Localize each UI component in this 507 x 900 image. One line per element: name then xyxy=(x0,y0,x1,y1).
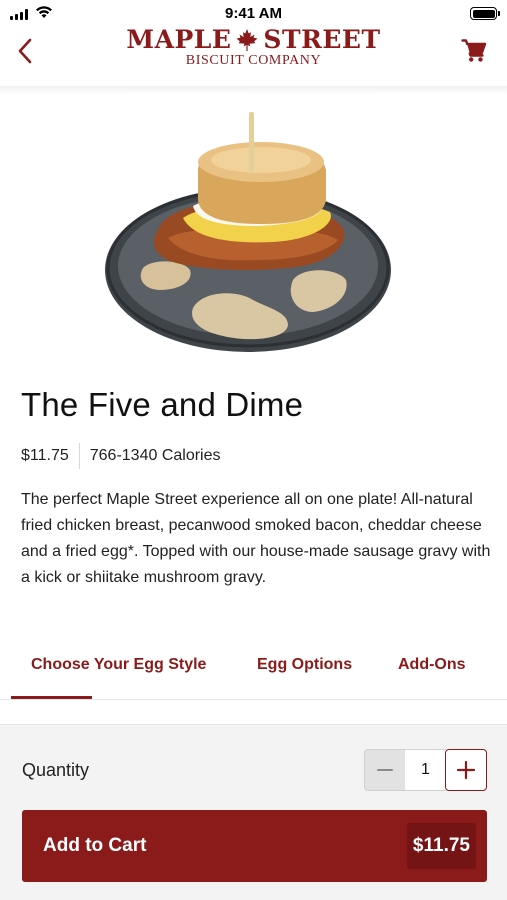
status-bar: 9:41 AM xyxy=(0,0,507,26)
meta-divider xyxy=(78,443,80,469)
active-tab-indicator xyxy=(11,696,92,699)
battery-icon xyxy=(470,7,500,20)
cart-button[interactable] xyxy=(459,36,489,66)
option-tabs: Choose Your Egg Style Egg Options Add-On… xyxy=(0,648,507,700)
product-description: The perfect Maple Street experience all … xyxy=(21,491,491,586)
add-to-cart-button[interactable]: Add to Cart $11.75 xyxy=(22,810,487,882)
decrease-quantity-button[interactable] xyxy=(364,749,406,791)
status-time: 9:41 AM xyxy=(225,5,282,22)
increase-quantity-button[interactable] xyxy=(445,749,487,791)
header-divider xyxy=(0,86,507,94)
product-price: $11.75 xyxy=(21,447,69,464)
product-title: The Five and Dime xyxy=(21,386,304,423)
plus-icon xyxy=(456,760,476,780)
quantity-stepper: 1 xyxy=(364,749,487,791)
product-meta: $11.75 766-1340 Calories xyxy=(21,443,221,469)
back-button[interactable] xyxy=(10,36,40,66)
brand-logo[interactable]: MAPLE STREET BISCUIT COMPANY xyxy=(0,26,507,69)
logo-subtitle: BISCUIT COMPANY xyxy=(185,53,322,68)
maple-leaf-icon xyxy=(236,29,258,51)
product-calories: 766-1340 Calories xyxy=(89,447,221,464)
tab-add-ons[interactable]: Add-Ons xyxy=(398,656,466,674)
logo-word-street: STREET xyxy=(263,25,381,54)
minus-icon xyxy=(377,769,393,771)
chevron-left-icon xyxy=(18,38,32,64)
tab-choose-egg-style[interactable]: Choose Your Egg Style xyxy=(31,656,206,674)
tab-egg-options[interactable]: Egg Options xyxy=(257,656,352,674)
app-header: MAPLE STREET BISCUIT COMPANY xyxy=(0,26,507,86)
quantity-value[interactable]: 1 xyxy=(405,749,446,791)
shopping-cart-icon xyxy=(461,39,487,62)
order-panel: Quantity 1 Add to Cart $11.75 xyxy=(0,724,507,900)
logo-word-maple: MAPLE xyxy=(126,25,232,54)
add-to-cart-label: Add to Cart xyxy=(43,835,147,856)
product-image xyxy=(105,112,391,352)
quantity-label: Quantity xyxy=(22,760,90,780)
add-to-cart-price: $11.75 xyxy=(406,823,476,869)
